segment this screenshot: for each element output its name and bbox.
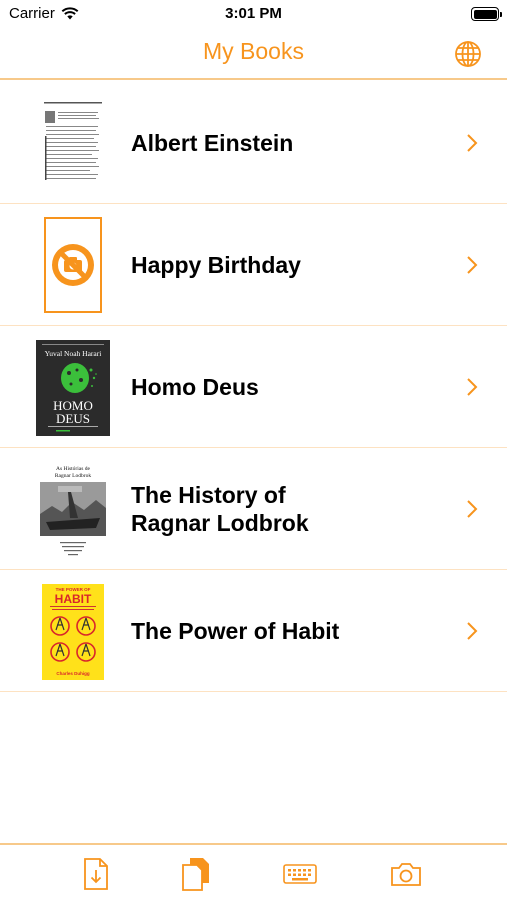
cover-title-line2: DEUS	[56, 411, 90, 426]
status-time: 3:01 PM	[225, 5, 282, 22]
tab-import-file[interactable]	[81, 857, 111, 891]
battery-icon	[471, 7, 502, 21]
globe-button[interactable]	[454, 40, 482, 68]
cover-big-title: HABIT	[55, 592, 92, 606]
chevron-right-icon	[467, 500, 478, 518]
book-title: Albert Einstein	[131, 129, 294, 156]
homo-deus-cover: Yuval Noah Harari HOMO DEUS	[36, 340, 110, 436]
book-row-homo-deus[interactable]: Yuval Noah Harari HOMO DEUS Homo Deus	[0, 326, 507, 448]
cover-heading-line2: Ragnar Lodbrok	[55, 473, 91, 479]
documents-icon	[182, 858, 209, 891]
cover-author: Charles Duhigg	[56, 671, 90, 676]
tab-camera[interactable]	[389, 857, 423, 891]
page-title: My Books	[203, 38, 304, 64]
chevron-right-icon	[467, 622, 478, 640]
cover-heading-line1: As Histórias de	[56, 466, 90, 472]
chevron-right-icon	[467, 256, 478, 274]
book-title: The Power of Habit	[131, 617, 340, 644]
tab-documents[interactable]	[181, 857, 211, 891]
cover-author: Yuval Noah Harari	[45, 349, 102, 358]
document-scan-cover	[36, 96, 110, 192]
book-title-line2: Ragnar Lodbrok	[131, 509, 309, 536]
power-of-habit-cover: THE POWER OF HABIT Charles Duhigg	[42, 584, 104, 680]
status-bar: Carrier 3:01 PM	[0, 0, 507, 28]
keyboard-icon	[283, 864, 317, 884]
book-title-line1: The History of	[131, 481, 286, 508]
book-title: Happy Birthday	[131, 251, 301, 278]
book-row-ragnar-lodbrok[interactable]: As Histórias de Ragnar Lodbrok The Histo…	[0, 448, 507, 570]
tab-bar	[0, 843, 507, 900]
camera-icon	[391, 863, 421, 886]
battery-level	[473, 9, 497, 19]
book-row-albert-einstein[interactable]: Albert Einstein	[0, 82, 507, 204]
chevron-right-icon	[467, 378, 478, 396]
import-file-icon	[84, 858, 108, 890]
globe-icon	[455, 41, 481, 67]
chevron-right-icon	[467, 134, 478, 152]
book-row-power-of-habit[interactable]: THE POWER OF HABIT Charles Duhigg The Po…	[0, 570, 507, 692]
tab-keyboard[interactable]	[282, 857, 318, 891]
book-list: Albert Einstein Happy Birthday Yuval Noa…	[0, 82, 507, 692]
book-title: Homo Deus	[131, 373, 259, 400]
navigation-bar: My Books	[0, 28, 507, 80]
no-image-placeholder	[44, 217, 102, 313]
book-title: The History of Ragnar Lodbrok	[131, 448, 431, 569]
book-row-happy-birthday[interactable]: Happy Birthday	[0, 204, 507, 326]
ragnar-cover: As Histórias de Ragnar Lodbrok	[38, 462, 108, 558]
